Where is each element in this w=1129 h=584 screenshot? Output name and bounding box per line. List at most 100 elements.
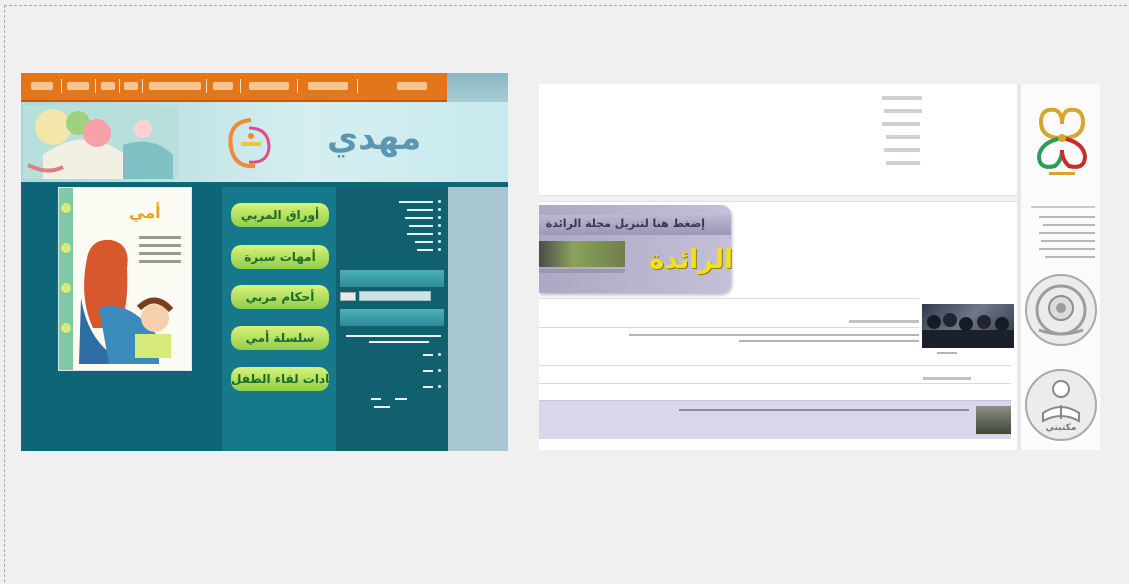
poll-option — [423, 386, 433, 388]
menu-pill-label: أوراق المربي — [231, 203, 329, 227]
sidebar-link[interactable] — [399, 201, 433, 203]
top-menu-link[interactable] — [886, 135, 920, 139]
list-bullet — [438, 200, 441, 203]
news-photo[interactable] — [922, 304, 1014, 348]
results-link[interactable] — [395, 398, 407, 400]
sidebar-link[interactable] — [1043, 224, 1095, 226]
sidebar-link[interactable] — [409, 225, 433, 227]
menu-pill-5[interactable]: عادات لقاء الطفل — [231, 367, 329, 391]
reader-circle-icon[interactable]: مكتبتي — [1025, 369, 1097, 441]
poll-box-header — [340, 309, 444, 326]
menu-pill-1[interactable]: أوراق المربي — [231, 203, 329, 227]
reader-caption: مكتبتي — [1045, 423, 1077, 433]
nav-item[interactable] — [101, 82, 115, 90]
login-box-header — [340, 270, 444, 287]
list-bullet — [438, 208, 441, 211]
nav-item[interactable] — [67, 82, 89, 90]
sidebar-link[interactable] — [1039, 232, 1095, 234]
banner-title: إضغط هنا لتنزيل مجلة الرائدة — [545, 217, 705, 230]
radio-option[interactable] — [438, 385, 441, 388]
sidebar-link[interactable] — [1039, 248, 1095, 250]
nav-separator — [142, 79, 143, 93]
nav-item[interactable] — [149, 82, 201, 90]
magazine-cover[interactable]: أمي — [58, 187, 192, 371]
nav-separator — [297, 79, 298, 93]
top-menu-link[interactable] — [884, 148, 920, 152]
sidebar-link[interactable] — [1041, 240, 1095, 242]
left-website-screenshot: مهدي أمي أوراق المربي أمهات سبرة أحكام م… — [21, 73, 508, 451]
archive-link[interactable] — [374, 406, 390, 408]
nav-item[interactable] — [249, 82, 289, 90]
divider — [539, 327, 919, 328]
ticker-thumbnail[interactable] — [976, 406, 1011, 434]
sidebar-link[interactable] — [1045, 256, 1095, 258]
site-header: مهدي — [21, 102, 508, 182]
news-excerpt — [629, 334, 919, 336]
poll-option — [423, 370, 433, 372]
magazine-download-banner[interactable]: إضغط هنا لتنزيل مجلة الرائدة الرائدة — [539, 205, 733, 293]
menu-pill-3[interactable]: أحكام مربي — [231, 285, 329, 309]
stamp-graphic — [1035, 284, 1087, 336]
svg-text:أمي: أمي — [129, 202, 161, 223]
right-margin — [448, 187, 508, 451]
search-input[interactable] — [359, 291, 431, 301]
news-excerpt — [739, 340, 919, 342]
alfarah-logo — [228, 118, 271, 169]
list-bullet — [438, 248, 441, 251]
nav-item[interactable] — [397, 82, 427, 90]
people-photo — [922, 313, 1014, 348]
sidebar-link[interactable] — [1039, 216, 1095, 218]
menu-pill-2[interactable]: أمهات سبرة — [231, 245, 329, 269]
news-ticker-row — [539, 400, 1011, 439]
poll-question — [369, 341, 429, 343]
poll-option — [423, 354, 433, 356]
right-website-screenshot: إضغط هنا لتنزيل مجلة الرائدة الرائدة مكت… — [539, 84, 1100, 450]
sidebar-link[interactable] — [415, 241, 433, 243]
divider — [539, 383, 1011, 384]
news-title[interactable] — [849, 320, 919, 323]
banner-caption — [539, 269, 625, 273]
alraeda-logo: الرائدة — [649, 245, 733, 275]
nav-item[interactable] — [124, 82, 138, 90]
top-menu-link[interactable] — [882, 122, 920, 126]
menu-pill-4[interactable]: سلسلة أمي — [231, 326, 329, 350]
header-mountain-image — [447, 73, 508, 103]
nav-separator — [119, 79, 120, 93]
radio-option[interactable] — [438, 369, 441, 372]
photo-caption — [937, 352, 957, 354]
ticker-text[interactable] — [679, 409, 969, 411]
list-bullet — [438, 216, 441, 219]
nav-separator — [95, 79, 96, 93]
section-title[interactable] — [923, 377, 971, 380]
search-button[interactable] — [340, 292, 356, 301]
menu-pill-label: أمهات سبرة — [231, 245, 329, 269]
banner-thumbnails — [539, 241, 625, 267]
list-bullet — [438, 240, 441, 243]
scouts-trefoil-icon — [1036, 107, 1088, 175]
magazine-cover-art: أمي — [59, 188, 181, 370]
list-bullet — [438, 232, 441, 235]
top-nav-bar — [21, 73, 447, 102]
sidebar-link[interactable] — [405, 217, 433, 219]
menu-pill-label: أحكام مربي — [231, 285, 329, 309]
sidebar-heading — [1031, 206, 1095, 208]
nav-separator — [240, 79, 241, 93]
stamp-circle-icon[interactable] — [1025, 274, 1097, 346]
sidebar-link[interactable] — [407, 209, 433, 211]
header-illustration — [23, 105, 178, 179]
top-menu-link[interactable] — [884, 109, 922, 113]
top-menu-link[interactable] — [886, 161, 920, 165]
sidebar-link[interactable] — [417, 249, 433, 251]
breadcrumb-strip — [539, 195, 1017, 202]
nav-item[interactable] — [213, 82, 233, 90]
nav-separator — [61, 79, 62, 93]
top-menu-link[interactable] — [882, 96, 922, 100]
radio-option[interactable] — [438, 353, 441, 356]
nav-item[interactable] — [308, 82, 348, 90]
poll-question — [346, 335, 441, 337]
nav-separator — [357, 79, 358, 93]
sidebar-link[interactable] — [407, 233, 433, 235]
divider — [539, 298, 919, 299]
vote-link[interactable] — [371, 398, 381, 400]
nav-item[interactable] — [31, 82, 53, 90]
